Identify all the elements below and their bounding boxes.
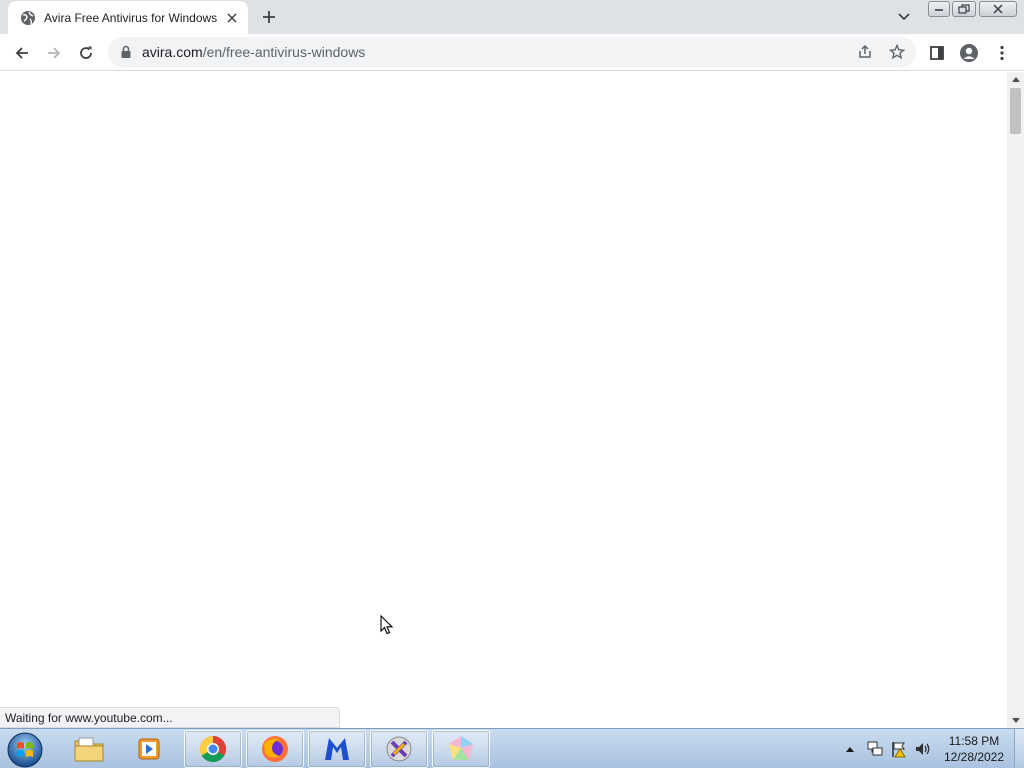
show-hidden-icons-button[interactable] xyxy=(843,729,857,768)
media-player-icon xyxy=(138,738,160,760)
tab-close-icon[interactable] xyxy=(222,8,242,28)
side-panel-button[interactable] xyxy=(923,39,951,67)
profile-icon xyxy=(960,44,978,62)
tab-strip: Avira Free Antivirus for Windows xyxy=(0,0,1024,34)
start-button[interactable] xyxy=(6,731,44,768)
clock-time: 11:58 PM xyxy=(948,734,1000,748)
scrollbar-thumb[interactable] xyxy=(1010,88,1021,134)
status-bubble: Waiting for www.youtube.com... xyxy=(0,707,340,728)
windows-orb-icon xyxy=(7,732,43,768)
scroll-up-arrow-icon[interactable] xyxy=(1007,72,1024,86)
reload-icon xyxy=(80,46,92,59)
gem-app-icon xyxy=(449,736,473,760)
scroll-down-arrow-icon[interactable] xyxy=(1007,714,1024,728)
arrow-left-icon xyxy=(15,47,28,59)
vertical-scrollbar[interactable] xyxy=(1007,72,1024,728)
screen: Avira Free Antivirus for Windows avira.c… xyxy=(0,0,1024,768)
tab-search-chevron-icon[interactable] xyxy=(893,6,915,28)
action-center-tray-button[interactable] xyxy=(888,729,910,768)
taskbar-clock[interactable]: 11:58 PM 12/28/2022 xyxy=(936,733,1012,765)
folder-icon xyxy=(74,737,104,762)
chevron-up-icon xyxy=(846,747,854,752)
taskbar-gem-app-button[interactable] xyxy=(432,730,490,768)
taskbar-explorer-button[interactable] xyxy=(60,730,118,768)
forward-button[interactable] xyxy=(40,39,68,67)
taskbar-malwarebytes-button[interactable] xyxy=(308,730,366,768)
volume-tray-button[interactable] xyxy=(912,729,934,768)
flag-warning-icon xyxy=(892,742,906,758)
mouse-cursor-icon xyxy=(380,614,394,635)
browser-tab[interactable]: Avira Free Antivirus for Windows xyxy=(8,1,248,34)
address-bar[interactable]: avira.com/en/free-antivirus-windows xyxy=(108,37,916,67)
tab-title: Avira Free Antivirus for Windows xyxy=(44,11,218,25)
url-path: /en/free-antivirus-windows xyxy=(202,44,366,60)
close-window-button[interactable] xyxy=(979,1,1017,17)
malwarebytes-icon xyxy=(325,738,349,760)
windows-taskbar: 11:58 PM 12/28/2022 xyxy=(0,728,1024,768)
taskbar-firefox-button[interactable] xyxy=(246,730,304,768)
speaker-icon xyxy=(916,743,930,755)
page-content-blank xyxy=(0,72,1007,728)
share-icon[interactable] xyxy=(854,41,876,63)
network-icon xyxy=(867,741,883,756)
url-host: avira.com xyxy=(142,44,203,60)
url-text[interactable]: avira.com/en/free-antivirus-windows xyxy=(142,44,365,60)
network-tray-button[interactable] xyxy=(864,729,886,768)
xfire-icon xyxy=(386,736,412,762)
chrome-menu-button[interactable] xyxy=(988,39,1016,67)
clock-date: 12/28/2022 xyxy=(943,750,1005,764)
lock-icon[interactable] xyxy=(120,45,132,59)
minimize-button[interactable] xyxy=(928,1,950,17)
star-icon[interactable] xyxy=(886,41,908,63)
restore-button[interactable] xyxy=(952,1,976,17)
arrow-right-icon xyxy=(48,47,61,59)
new-tab-button[interactable] xyxy=(256,4,282,30)
side-panel-icon xyxy=(930,46,944,60)
taskbar-chrome-button[interactable] xyxy=(184,730,242,768)
taskbar-app-button[interactable] xyxy=(370,730,428,768)
show-desktop-button[interactable] xyxy=(1014,729,1024,768)
reload-button[interactable] xyxy=(72,39,100,67)
firefox-icon xyxy=(262,736,288,762)
globe-icon xyxy=(20,10,36,26)
profile-button[interactable] xyxy=(955,39,983,67)
browser-toolbar: avira.com/en/free-antivirus-windows xyxy=(0,34,1024,71)
chrome-icon xyxy=(199,735,227,763)
taskbar-media-player-button[interactable] xyxy=(121,730,179,768)
back-button[interactable] xyxy=(8,39,36,67)
kebab-menu-icon xyxy=(1000,45,1004,61)
